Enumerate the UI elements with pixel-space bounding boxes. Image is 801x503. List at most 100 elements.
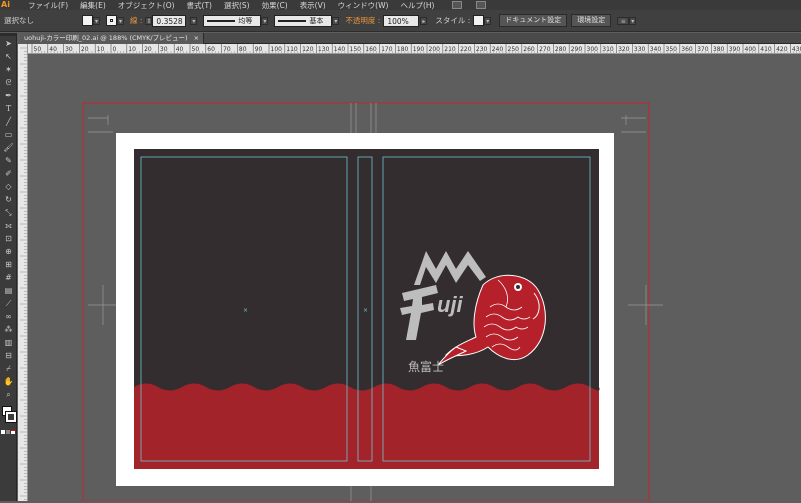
- style-dropdown-icon[interactable]: ▾: [484, 16, 492, 25]
- artboard-tool-icon[interactable]: ⊟: [2, 350, 15, 362]
- none-mode-icon[interactable]: [11, 430, 15, 434]
- slice-tool-icon[interactable]: ⌿: [2, 363, 15, 375]
- blob-brush-icon[interactable]: ✐: [2, 168, 15, 180]
- ruler-tick-label: 230: [476, 46, 488, 53]
- symbol-sprayer-icon[interactable]: ⁂: [2, 324, 15, 336]
- menu-window[interactable]: ウィンドウ(W): [338, 0, 389, 11]
- center-mark-spine: ×: [363, 307, 368, 314]
- fill-stroke-widget[interactable]: [0, 404, 17, 430]
- ruler-tick-label: 330: [634, 46, 646, 53]
- menu-file[interactable]: ファイル(F): [28, 0, 68, 11]
- ruler-tick-label: 0: [113, 46, 117, 53]
- ruler-tick-label: 340: [650, 46, 662, 53]
- menu-view[interactable]: 表示(V): [300, 0, 326, 11]
- line-tool-icon[interactable]: ╱: [2, 116, 15, 128]
- menu-effect[interactable]: 効果(C): [262, 0, 288, 11]
- paintbrush-icon[interactable]: 🖌: [2, 142, 15, 154]
- stroke-color-box[interactable]: [5, 411, 17, 423]
- stroke-swatch[interactable]: [106, 15, 117, 26]
- preferences-button[interactable]: 環境設定: [571, 14, 612, 27]
- horizontal-ruler[interactable]: 50 40 30 20 10 0 10 20 30 40 50 60 70 80 90 100 110 120 13…: [20, 44, 801, 54]
- center-mark-left: ×: [243, 307, 248, 314]
- ruler-tick-label: 290: [571, 46, 583, 53]
- opacity-input[interactable]: 100%: [383, 14, 420, 27]
- artwork-svg[interactable]: × × uji 魚富士: [28, 55, 801, 501]
- stroke-dropdown-icon[interactable]: ▾: [117, 16, 124, 25]
- menu-edit[interactable]: 編集(E): [80, 0, 106, 11]
- menu-select[interactable]: 選択(S): [224, 0, 250, 11]
- eraser-icon[interactable]: ◇: [2, 181, 15, 193]
- control-bar: 選択なし ▾ ▾ 線 : ⇕ 0.3528 ▾ 均等 ▾ 基本 ▾ 不透明度 :…: [0, 10, 801, 32]
- ruler-tick-label: 40: [176, 46, 184, 53]
- ruler-tick-label: 10: [128, 46, 136, 53]
- hand-tool-icon[interactable]: ✋: [2, 376, 15, 388]
- selection-tool-icon[interactable]: ➤: [2, 38, 15, 50]
- stroke-weight-stepper[interactable]: ⇕: [145, 16, 153, 25]
- opacity-dropdown-icon[interactable]: ▸: [420, 16, 428, 25]
- canvas[interactable]: × × uji 魚富士: [28, 55, 801, 501]
- bridge-icon[interactable]: [452, 1, 463, 9]
- magic-wand-icon[interactable]: ✶: [2, 64, 15, 76]
- stroke-label[interactable]: 線 :: [130, 15, 142, 26]
- gradient-mode-icon[interactable]: [6, 430, 10, 434]
- ruler-tick-label: 280: [555, 46, 567, 53]
- ruler-tick-label: 400: [745, 46, 757, 53]
- style-label: スタイル :: [435, 16, 471, 25]
- free-transform-icon[interactable]: ⊡: [2, 233, 15, 245]
- logo-wordmark: uji: [437, 292, 464, 317]
- app-logo: Ai: [0, 0, 16, 10]
- width-tool-icon[interactable]: ⟗: [2, 220, 15, 232]
- ruler-tick-label: 380: [713, 46, 725, 53]
- ruler-tick-label: 130: [318, 46, 330, 53]
- eyedropper-icon[interactable]: ⟋: [2, 298, 15, 310]
- close-tab-icon[interactable]: ×: [194, 34, 199, 42]
- rotate-tool-icon[interactable]: ↻: [2, 194, 15, 206]
- perspective-grid-icon[interactable]: ⊞: [2, 259, 15, 271]
- shape-builder-icon[interactable]: ⊕: [2, 246, 15, 258]
- fill-dropdown-icon[interactable]: ▾: [93, 16, 100, 25]
- variable-width-profile[interactable]: 均等: [203, 14, 262, 27]
- vertical-ruler[interactable]: [18, 44, 28, 501]
- direct-selection-tool-icon[interactable]: ↖: [2, 51, 15, 63]
- profile-label: 均等: [238, 16, 253, 25]
- ruler-tick-label: 420: [776, 46, 788, 53]
- ruler-tick-label: 50: [192, 46, 200, 53]
- ruler-tick-label: 20: [81, 46, 89, 53]
- document-tab[interactable]: uohuji-カラー印刷_02.ai @ 188% (CMYK/プレビュー) ×: [20, 33, 205, 44]
- mesh-tool-icon[interactable]: #: [2, 272, 15, 284]
- ruler-tick-label: 250: [508, 46, 520, 53]
- profile-dropdown-icon[interactable]: ▾: [261, 16, 269, 25]
- menu-object[interactable]: オブジェクト(O): [118, 0, 175, 11]
- menu-type[interactable]: 書式(T): [187, 0, 212, 11]
- ruler-tick-label: 40: [49, 46, 57, 53]
- pencil-icon[interactable]: ✎: [2, 155, 15, 167]
- ruler-tick-label: 370: [697, 46, 709, 53]
- scale-tool-icon[interactable]: ⤡: [2, 207, 15, 219]
- menu-help[interactable]: ヘルプ(H): [400, 0, 434, 11]
- graphic-style-swatch[interactable]: [473, 15, 485, 26]
- brush-definition[interactable]: 基本: [274, 14, 333, 27]
- opacity-label[interactable]: 不透明度 :: [345, 15, 380, 26]
- arrange-documents-icon[interactable]: [476, 1, 487, 9]
- blend-tool-icon[interactable]: ∞: [2, 311, 15, 323]
- panel-menu-icon[interactable]: ▾: [629, 16, 637, 25]
- wave-band: [134, 383, 600, 469]
- graph-tool-icon[interactable]: ▥: [2, 337, 15, 349]
- zoom-tool-icon[interactable]: ⌕: [2, 389, 15, 401]
- tools-panel: ➤ ↖ ✶ ᘓ ✒ T ╱ ▭ 🖌 ✎ ✐ ◇ ↻ ⤡ ⟗ ⊡ ⊕ ⊞ # ▤ …: [0, 33, 17, 501]
- arrange-icon[interactable]: ≡: [617, 16, 630, 25]
- brush-dropdown-icon[interactable]: ▾: [332, 16, 340, 25]
- gradient-tool-icon[interactable]: ▤: [2, 285, 15, 297]
- stroke-weight-dropdown-icon[interactable]: ▾: [190, 16, 198, 25]
- stroke-weight-input[interactable]: 0.3528: [152, 14, 187, 27]
- rectangle-tool-icon[interactable]: ▭: [2, 129, 15, 141]
- color-mode-icon[interactable]: [1, 430, 5, 434]
- fill-swatch[interactable]: [82, 15, 93, 26]
- ruler-tick-label: 390: [729, 46, 741, 53]
- lasso-icon[interactable]: ᘓ: [2, 77, 15, 89]
- document-setup-button[interactable]: ドキュメント設定: [499, 14, 568, 27]
- pen-tool-icon[interactable]: ✒: [2, 90, 15, 102]
- tools-panel-grip[interactable]: [0, 33, 16, 36]
- ruler-tick-label: 20: [144, 46, 152, 53]
- type-tool-icon[interactable]: T: [2, 103, 15, 115]
